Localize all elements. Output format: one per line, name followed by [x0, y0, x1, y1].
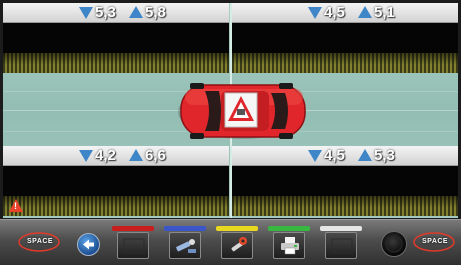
- arrow-left-icon: [83, 239, 94, 250]
- quadrant-header: [3, 146, 229, 166]
- function-button-1[interactable]: [117, 232, 149, 259]
- min-arrow-icon: [308, 150, 322, 162]
- min-value: 4,5: [324, 147, 345, 164]
- min-arrow-icon: [79, 7, 93, 19]
- max-arrow-icon: [358, 149, 372, 161]
- max-arrow-icon: [129, 149, 143, 161]
- warning-mark: !: [14, 201, 17, 211]
- quadrant-rear-left[interactable]: 4,2 6,6: [3, 146, 229, 216]
- quadrant-front-right[interactable]: 4,5 5,1: [232, 3, 458, 73]
- blank-icon: [331, 238, 353, 254]
- quadrant-front-left[interactable]: 5,3 5,8: [3, 3, 229, 73]
- logo-text: SPACE: [422, 238, 449, 245]
- function-color-bar-blue: [164, 226, 206, 231]
- tread-profile-band: [3, 23, 229, 53]
- blank-icon: [123, 238, 145, 254]
- quadrant-rear-right[interactable]: 4,5 5,3: [232, 146, 458, 216]
- measure-tool-icon: [176, 239, 196, 253]
- min-value: 5,3: [95, 4, 116, 21]
- min-value: 4,5: [324, 4, 345, 21]
- bottom-toolbar: SPACE SPACE: [0, 219, 461, 265]
- tread-strip-shade: [3, 196, 229, 216]
- right-round-button[interactable]: [381, 231, 407, 257]
- circle-icon: [385, 235, 403, 253]
- max-arrow-icon: [129, 6, 143, 18]
- tread-strip-shade: [232, 53, 458, 73]
- back-button[interactable]: [77, 233, 100, 256]
- function-color-bar-white: [320, 226, 362, 231]
- min-arrow-icon: [308, 7, 322, 19]
- function-button-4[interactable]: [273, 232, 305, 259]
- wrench-icon: [231, 237, 247, 252]
- car-top-view-icon[interactable]: [175, 81, 309, 141]
- max-value: 5,1: [374, 4, 395, 21]
- function-button-5[interactable]: [325, 232, 357, 259]
- min-value: 4,2: [95, 147, 116, 164]
- max-value: 5,8: [145, 4, 166, 21]
- tread-profile-band: [232, 23, 458, 53]
- function-button-2[interactable]: [169, 232, 201, 259]
- tread-profile-band: [232, 166, 458, 196]
- tread-strip-shade: [3, 53, 229, 73]
- min-arrow-icon: [79, 150, 93, 162]
- logo-text: SPACE: [27, 238, 54, 245]
- brand-logo-left: SPACE: [18, 229, 60, 255]
- quadrant-header: [232, 3, 458, 23]
- function-color-bar-green: [268, 226, 310, 231]
- quadrant-header: [232, 146, 458, 166]
- printer-icon: [281, 237, 299, 255]
- tread-strip-shade: [232, 196, 458, 216]
- quadrant-header: [3, 3, 229, 23]
- tread-depth-view: 5,3 5,8 4,5 5,1 4,2 6,6 4,5 5,3 !: [3, 3, 458, 218]
- brand-logo-right: SPACE: [413, 229, 455, 255]
- tread-profile-band: [3, 166, 229, 196]
- function-color-bar-red: [112, 226, 154, 231]
- max-arrow-icon: [358, 6, 372, 18]
- max-value: 5,3: [374, 147, 395, 164]
- max-value: 6,6: [145, 147, 166, 164]
- function-button-3[interactable]: [221, 232, 253, 259]
- function-color-bar-yellow: [216, 226, 258, 231]
